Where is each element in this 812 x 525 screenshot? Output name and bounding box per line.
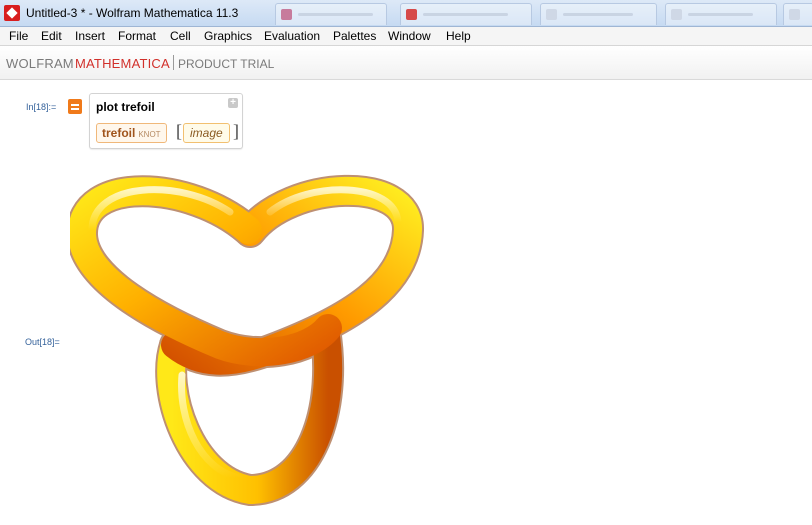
entity-name: trefoil [102, 126, 136, 140]
background-window-tab[interactable] [400, 3, 532, 25]
property-label: image [190, 126, 223, 140]
brand-product-trial[interactable]: PRODUCT TRIAL [178, 57, 274, 71]
entity-chip-trefoil[interactable]: trefoil KNOT [96, 123, 167, 143]
entity-type: KNOT [138, 130, 161, 139]
window-title: Untitled-3 * - Wolfram Mathematica 11.3 [26, 6, 239, 20]
property-chip-image[interactable]: image [183, 123, 230, 143]
trefoil-knot-svg [66, 174, 424, 507]
menu-window[interactable]: Window [388, 29, 431, 43]
trefoil-knot-graphic[interactable] [66, 160, 430, 520]
product-trial-banner: WOLFRAM MATHEMATICA PRODUCT TRIAL [0, 46, 812, 80]
menu-bar: File Edit Insert Format Cell Graphics Ev… [0, 27, 812, 46]
open-bracket: [ [176, 121, 182, 141]
menu-file[interactable]: File [9, 29, 28, 43]
input-assistant-toggle-icon[interactable] [68, 99, 82, 114]
browser-tab-icon [789, 9, 800, 20]
brand-mathematica: MATHEMATICA [75, 56, 170, 71]
close-bracket: ] [233, 121, 239, 141]
browser-tab-icon [281, 9, 292, 20]
background-window-tab[interactable] [275, 3, 387, 25]
browser-tab-icon [406, 9, 417, 20]
menu-evaluation[interactable]: Evaluation [264, 29, 320, 43]
menu-edit[interactable]: Edit [41, 29, 62, 43]
input-cell-label: In[18]:= [26, 102, 57, 112]
background-window-tab[interactable] [665, 3, 777, 25]
browser-tab-icon [546, 9, 557, 20]
background-window-tab[interactable] [783, 3, 812, 25]
output-cell-label: Out[18]= [25, 337, 60, 347]
background-window-tab[interactable] [540, 3, 657, 25]
natural-language-query[interactable]: plot trefoil [96, 100, 155, 114]
expand-plus-icon[interactable]: + [228, 98, 238, 108]
menu-insert[interactable]: Insert [75, 29, 105, 43]
title-bar: Untitled-3 * - Wolfram Mathematica 11.3 [0, 0, 812, 27]
mathematica-app-icon[interactable] [4, 5, 20, 21]
menu-help[interactable]: Help [446, 29, 471, 43]
brand-divider [173, 55, 174, 70]
free-form-input-panel[interactable]: plot trefoil + trefoil KNOT [ image ] [89, 93, 243, 149]
browser-tab-icon [671, 9, 682, 20]
menu-palettes[interactable]: Palettes [333, 29, 376, 43]
menu-graphics[interactable]: Graphics [204, 29, 252, 43]
menu-cell[interactable]: Cell [170, 29, 191, 43]
brand-wolfram: WOLFRAM [6, 56, 74, 71]
menu-format[interactable]: Format [118, 29, 156, 43]
